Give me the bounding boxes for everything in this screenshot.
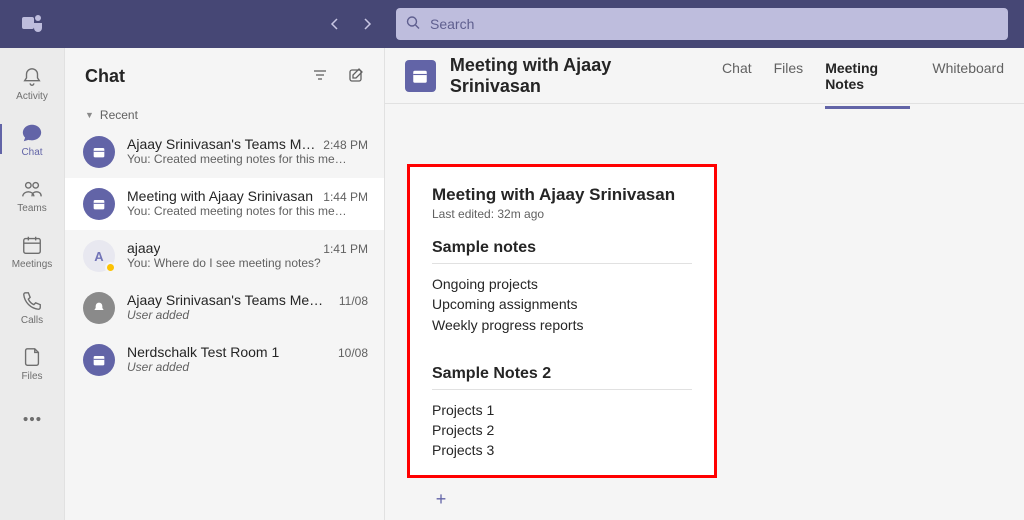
notes-line[interactable]: Projects 3: [432, 440, 692, 460]
chevron-down-icon: ▼: [85, 110, 94, 120]
nav-forward-icon[interactable]: [354, 11, 380, 37]
notes-line[interactable]: Weekly progress reports: [432, 315, 692, 335]
chat-item-title: ajaay: [127, 240, 160, 256]
meeting-notes-card: Meeting with Ajaay Srinivasan Last edite…: [407, 164, 717, 478]
rail-files[interactable]: Files: [0, 336, 65, 390]
chat-item[interactable]: Ajaay Srinivasan's Teams Mee…2:48 PMYou:…: [65, 126, 384, 178]
rail-meetings[interactable]: Meetings: [0, 224, 65, 278]
rail-activity[interactable]: Activity: [0, 56, 65, 110]
chat-item-time: 1:41 PM: [317, 242, 368, 256]
files-icon: [20, 345, 44, 369]
avatar: A: [83, 240, 115, 272]
title-bar: [0, 0, 1024, 48]
section-label-text: Recent: [100, 108, 138, 122]
tab-meeting-notes[interactable]: Meeting Notes: [825, 48, 910, 109]
search-icon: [406, 16, 420, 33]
bell-icon: [20, 65, 44, 89]
add-section-button[interactable]: +: [429, 488, 453, 512]
tab-chat[interactable]: Chat: [722, 48, 752, 109]
chat-item[interactable]: Meeting with Ajaay Srinivasan 1:44 PMYou:…: [65, 178, 384, 230]
presence-away-icon: [105, 262, 116, 273]
chat-item-time: 11/08: [333, 294, 368, 308]
chat-icon: [20, 121, 44, 145]
content-column: Meeting with Ajaay Srinivasan Chat Files M…: [385, 48, 1024, 520]
section-recent[interactable]: ▼ Recent: [65, 104, 384, 126]
teams-icon: [20, 177, 44, 201]
chat-item-title: Meeting with Ajaay Srinivasan: [127, 188, 313, 204]
notes-line[interactable]: Ongoing projects: [432, 274, 692, 294]
notes-line[interactable]: Projects 1: [432, 400, 692, 420]
new-chat-icon[interactable]: [348, 67, 364, 86]
notes-line[interactable]: Upcoming assignments: [432, 294, 692, 314]
tab-whiteboard[interactable]: Whiteboard: [932, 48, 1004, 109]
chat-item-time: 10/08: [332, 346, 368, 360]
meeting-avatar-icon: [405, 60, 436, 92]
rail-more[interactable]: [0, 392, 65, 446]
rail-label: Teams: [17, 203, 46, 214]
rail-label: Calls: [21, 315, 43, 326]
avatar: [83, 292, 115, 324]
rail-calls[interactable]: Calls: [0, 280, 65, 334]
chat-item-preview: You: Where do I see meeting notes?: [127, 256, 368, 270]
phone-icon: [20, 289, 44, 313]
content-title: Meeting with Ajaay Srinivasan: [450, 55, 698, 97]
more-icon: [20, 407, 44, 431]
notes-heading: Meeting with Ajaay Srinivasan: [432, 185, 692, 205]
rail-teams[interactable]: Teams: [0, 168, 65, 222]
chat-title: Chat: [85, 66, 125, 87]
avatar: [83, 188, 115, 220]
divider: [432, 389, 692, 390]
chat-item[interactable]: Nerdschalk Test Room 1 10/08User added: [65, 334, 384, 386]
filter-icon[interactable]: [312, 67, 328, 86]
tab-files[interactable]: Files: [774, 48, 804, 109]
teams-logo-icon: [8, 0, 56, 48]
app-rail: Activity Chat Teams Meetings Calls Files: [0, 48, 65, 520]
rail-chat[interactable]: Chat: [0, 112, 65, 166]
calendar-icon: [20, 233, 44, 257]
rail-label: Activity: [16, 91, 48, 102]
chat-item-time: 2:48 PM: [317, 138, 368, 152]
divider: [432, 263, 692, 264]
chat-item[interactable]: Aajaay 1:41 PMYou: Where do I see meeting…: [65, 230, 384, 282]
notes-line[interactable]: Projects 2: [432, 420, 692, 440]
notes-last-edited: Last edited: 32m ago: [432, 207, 692, 221]
rail-label: Files: [21, 371, 42, 382]
chat-item-title: Ajaay Srinivasan's Teams Mee…: [127, 136, 317, 152]
rail-label: Chat: [21, 147, 42, 158]
chat-item-preview: You: Created meeting notes for this me…: [127, 152, 368, 166]
search-input[interactable]: [396, 8, 1008, 40]
chat-list-column: Chat ▼ Recent Ajaay Srinivasan's Teams M…: [65, 48, 385, 520]
nav-back-icon[interactable]: [322, 11, 348, 37]
chat-item-preview: You: Created meeting notes for this me…: [127, 204, 368, 218]
chat-item-title: Nerdschalk Test Room 1: [127, 344, 279, 360]
notes-section1-title: Sample notes: [432, 239, 692, 257]
chat-item-preview: User added: [127, 360, 368, 374]
chat-item-preview: User added: [127, 308, 368, 322]
content-header: Meeting with Ajaay Srinivasan ChatFilesM…: [385, 48, 1024, 104]
chat-item-time: 1:44 PM: [317, 190, 368, 204]
chat-item[interactable]: Ajaay Srinivasan's Teams Meeting 11/08Use…: [65, 282, 384, 334]
rail-label: Meetings: [12, 259, 53, 270]
avatar: [83, 344, 115, 376]
avatar: [83, 136, 115, 168]
chat-item-title: Ajaay Srinivasan's Teams Meeting: [127, 292, 327, 308]
notes-section2-title: Sample Notes 2: [432, 365, 692, 383]
